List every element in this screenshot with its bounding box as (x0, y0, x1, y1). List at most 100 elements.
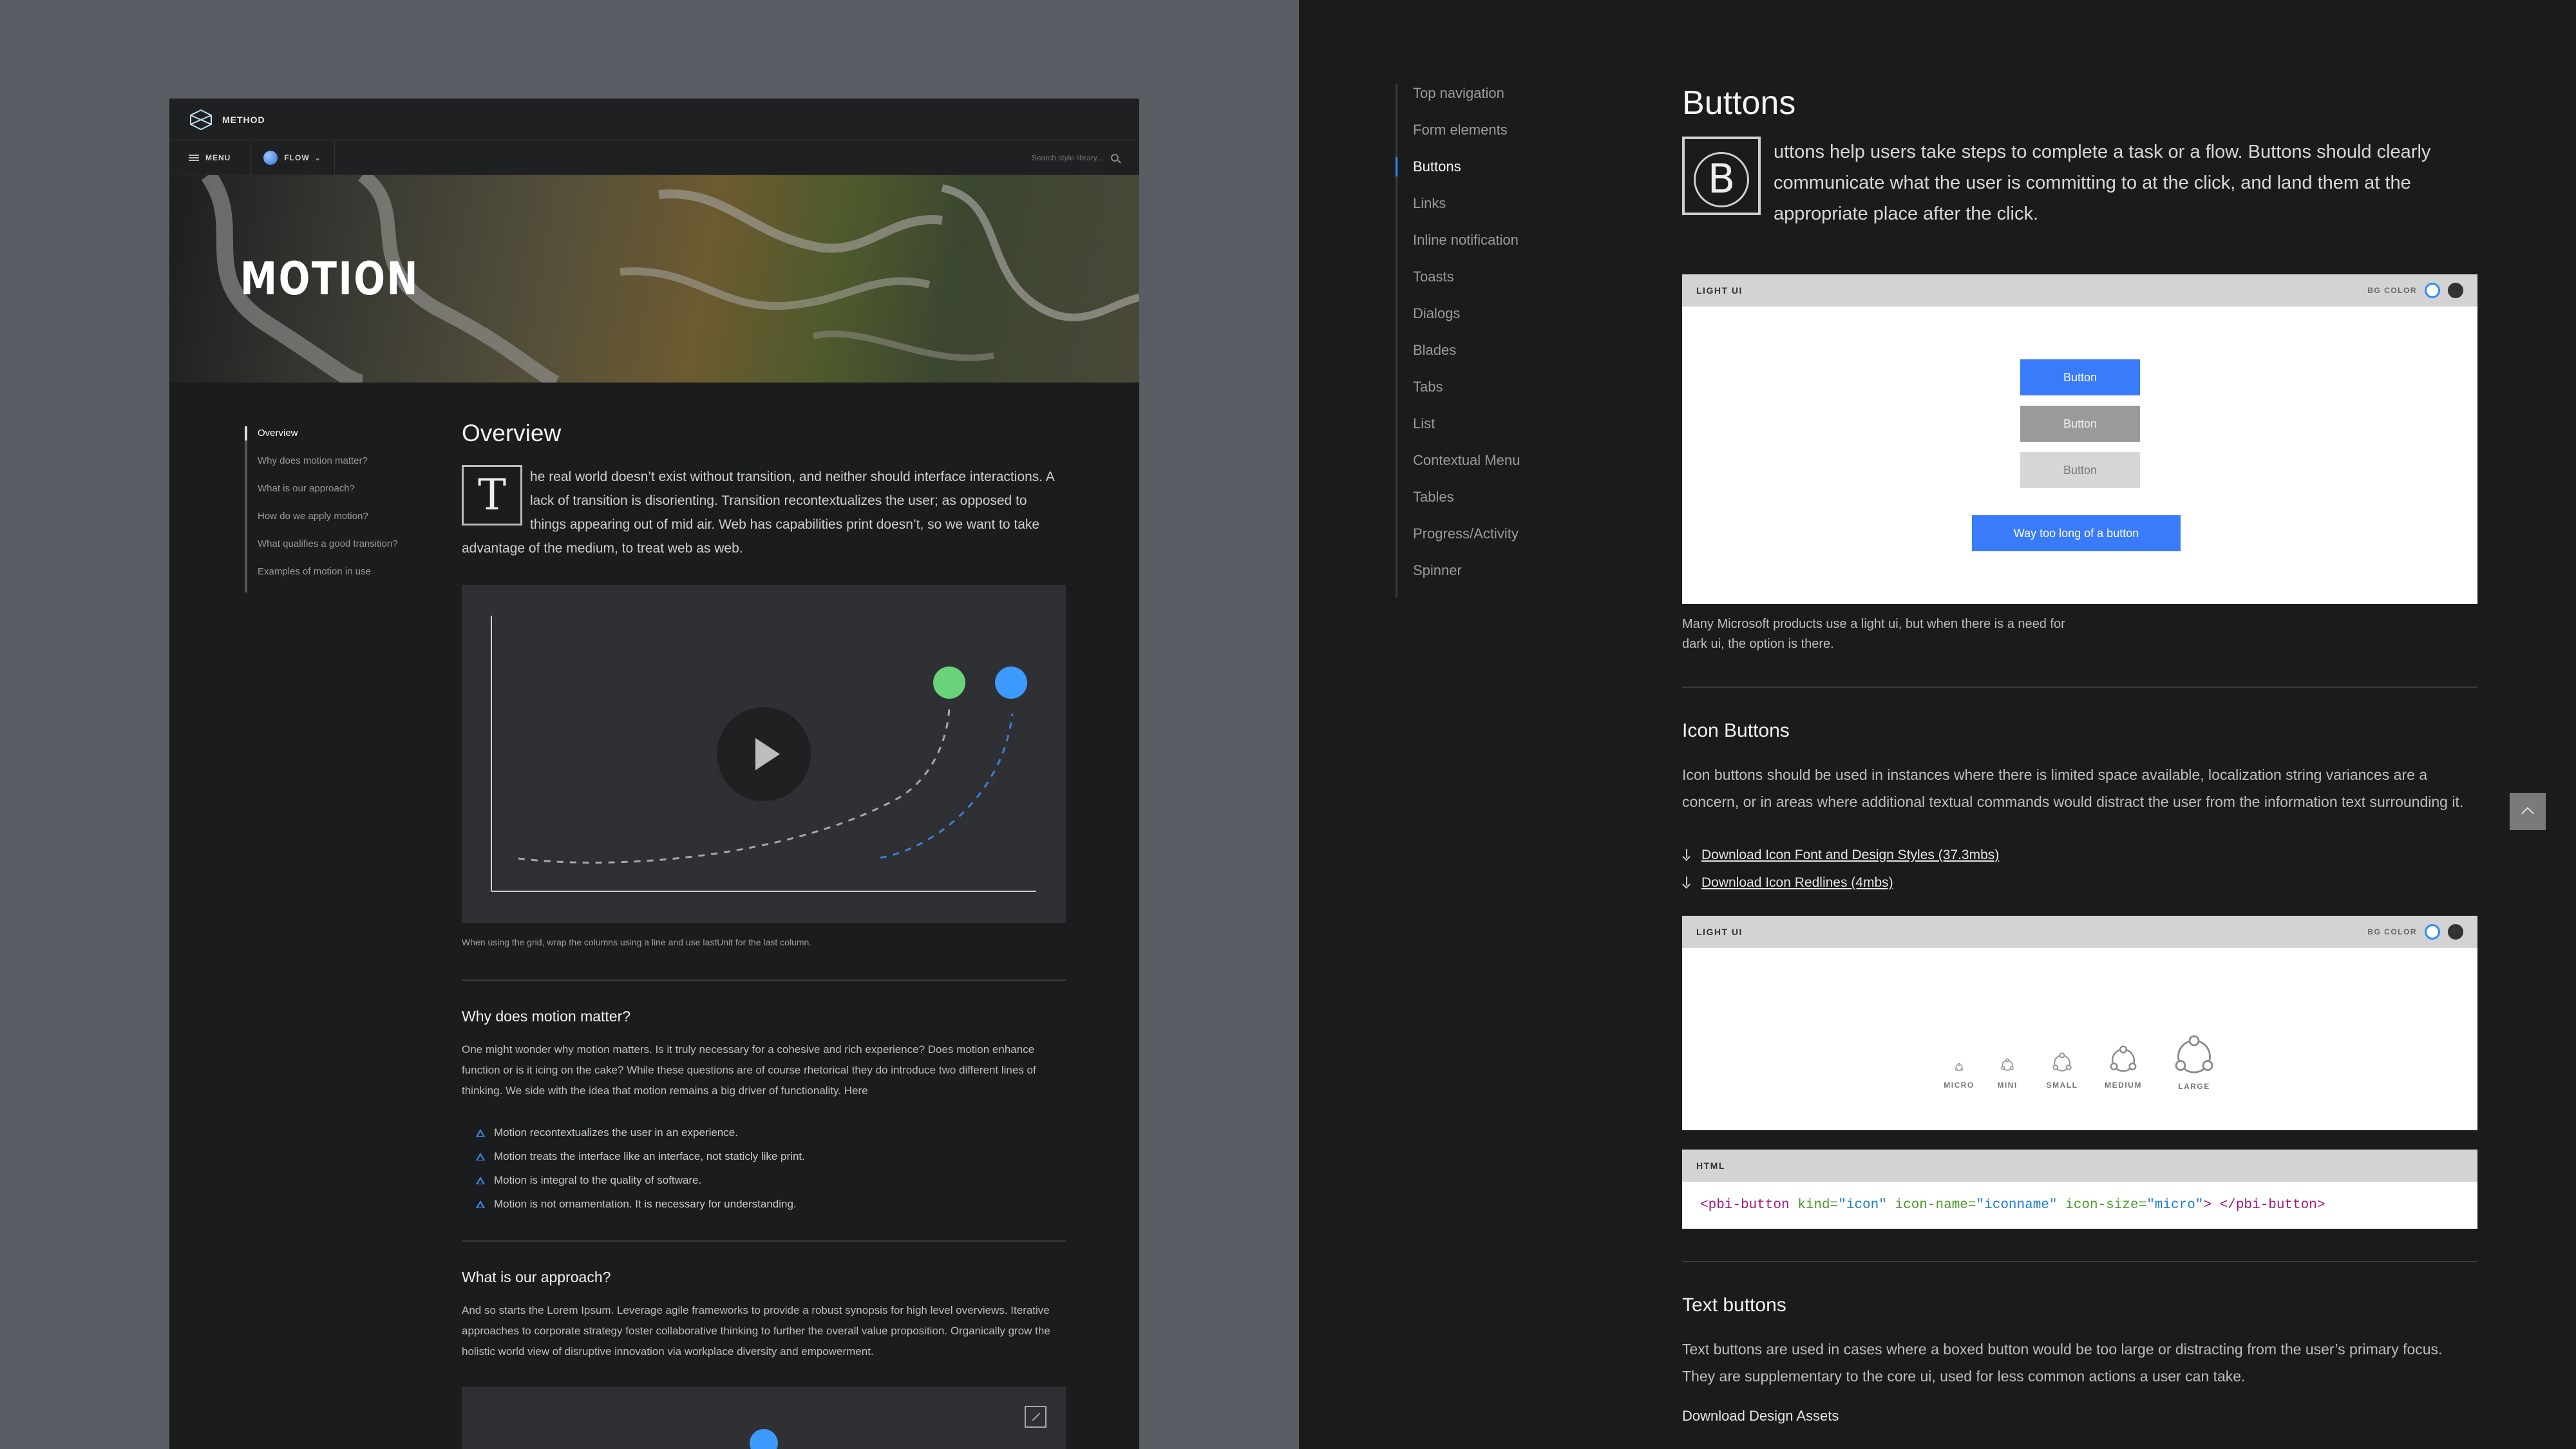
download-icon (1682, 848, 1691, 862)
chevron-down-icon: ⌄ (314, 154, 321, 162)
demo-theme-label: LIGHT UI (1696, 285, 1743, 296)
search-icon[interactable] (1111, 154, 1119, 162)
bg-color-label: BG COLOR (2367, 286, 2417, 295)
table-of-contents: Overview Why does motion matter? What is… (245, 426, 398, 592)
sidenav-item-blades[interactable]: Blades (1413, 341, 1520, 377)
play-button[interactable] (717, 707, 811, 801)
orbit-graphic (750, 1429, 778, 1449)
sidenav-item-tables[interactable]: Tables (1413, 488, 1520, 524)
search-box[interactable]: Search style library... (1032, 141, 1119, 175)
light-ui-note: Many Microsoft products use a light ui, … (1682, 617, 2065, 651)
article-content: Overview T he real world doesn’t exist w… (462, 420, 1066, 1449)
motion-video-player[interactable] (462, 585, 1066, 923)
download-redlines-link[interactable]: Download Icon Redlines (4mbs) (1682, 869, 2477, 896)
play-icon (755, 738, 780, 770)
icon-buttons-text: Icon buttons should be used in instances… (1682, 766, 2464, 810)
approach-text: And so starts the Lorem Ipsum. Leverage … (462, 1304, 1050, 1358)
code-line[interactable]: <pbi-button kind= "icon" icon-name= "iconn… (1682, 1182, 2477, 1229)
light-bg-swatch[interactable] (2425, 924, 2440, 940)
light-bg-swatch[interactable] (2425, 283, 2440, 298)
buttons-demo-card: LIGHT UI BG COLOR Button Button Button W… (1682, 274, 2477, 604)
bullet-text: Motion is integral to the quality of sof… (494, 1173, 702, 1186)
dark-bg-swatch[interactable] (2448, 283, 2463, 298)
long-button-sample[interactable]: Way too long of a button (1972, 515, 2181, 551)
sidenav-item-toasts[interactable]: Toasts (1413, 267, 1520, 304)
share-icon (2052, 1052, 2072, 1072)
hamburger-icon (189, 155, 199, 161)
list-item: Motion is integral to the quality of sof… (462, 1168, 1066, 1192)
overview-text: he real world doesn’t exist without tran… (462, 469, 1054, 556)
toc-item-examples[interactable]: Examples of motion in use (258, 565, 398, 592)
demo-header: LIGHT UI BG COLOR (1682, 916, 2477, 948)
buttons-docs-page: Top navigation Form elements Buttons Lin… (1299, 0, 2576, 1449)
approach-heading: What is our approach? (462, 1269, 611, 1285)
code-token: > </pbi-button> (2203, 1198, 2325, 1213)
sidenav-item-spinner[interactable]: Spinner (1413, 561, 1520, 598)
download-label: Download Icon Font and Design Styles (37… (1701, 847, 2000, 862)
sidenav-item-dialogs[interactable]: Dialogs (1413, 304, 1520, 341)
demo-header: LIGHT UI BG COLOR (1682, 274, 2477, 307)
sidenav-item-tabs[interactable]: Tabs (1413, 377, 1520, 414)
download-design-assets-link[interactable]: Download Design Assets (1682, 1408, 2477, 1425)
disabled-button-sample[interactable]: Button (2020, 452, 2140, 488)
expand-icon[interactable] (1025, 1406, 1046, 1428)
toc-item-why-motion[interactable]: Why does motion matter? (258, 454, 398, 482)
sidenav-item-inline-notification[interactable]: Inline notification (1413, 231, 1520, 267)
code-token: "iconname" (1976, 1198, 2058, 1213)
search-placeholder: Search style library... (1031, 153, 1103, 162)
toc-item-overview[interactable]: Overview (258, 426, 398, 454)
text-buttons-text: Text buttons are used in cases where a b… (1682, 1341, 2443, 1385)
download-icon-font-link[interactable]: Download Icon Font and Design Styles (37… (1682, 841, 2477, 869)
approach-graphic-embed (462, 1387, 1066, 1449)
buttons-intro: B uttons help users take steps to comple… (1682, 137, 2477, 229)
bg-color-toggle: BG COLOR (2367, 283, 2463, 298)
size-label: MINI (1997, 1081, 2018, 1090)
why-motion-bullets: Motion recontextualizes the user in an e… (462, 1121, 1066, 1216)
sidenav-item-list[interactable]: List (1413, 414, 1520, 451)
toc-item-apply-motion[interactable]: How do we apply motion? (258, 509, 398, 537)
scroll-to-top-button[interactable] (2510, 793, 2546, 830)
icon-buttons-heading: Icon Buttons (1682, 720, 1790, 741)
sidenav-item-form-elements[interactable]: Form elements (1413, 120, 1520, 157)
buttons-main-content: Buttons B uttons help users take steps t… (1682, 84, 2477, 1425)
bg-color-label: BG COLOR (2367, 927, 2417, 936)
downloads-list: Download Icon Font and Design Styles (37… (1682, 841, 2477, 896)
sidenav-item-buttons[interactable]: Buttons (1395, 157, 1520, 194)
download-label: Download Icon Redlines (4mbs) (1701, 875, 1893, 890)
menu-label: MENU (205, 153, 231, 162)
triangle-bullet-icon (476, 1200, 485, 1208)
method-logo-icon[interactable] (189, 109, 213, 131)
toc-item-good-transition[interactable]: What qualifies a good transition? (258, 537, 398, 565)
icon-button-large[interactable]: LARGE (2165, 1032, 2223, 1091)
dark-bg-swatch[interactable] (2448, 924, 2463, 940)
size-label: LARGE (2178, 1082, 2210, 1091)
secondary-button-sample[interactable]: Button (2020, 406, 2140, 442)
toc-item-approach[interactable]: What is our approach? (258, 482, 398, 509)
why-motion-heading: Why does motion matter? (462, 1008, 631, 1025)
code-token: icon-name= (1895, 1198, 1976, 1213)
brand-name[interactable]: METHOD (222, 115, 265, 125)
icon-button-mini[interactable]: MINI (1988, 1057, 2027, 1090)
sidenav-item-progress-activity[interactable]: Progress/Activity (1413, 524, 1520, 561)
hero-banner: MOTION (169, 175, 1139, 383)
sidenav-item-contextual-menu[interactable]: Contextual Menu (1413, 451, 1520, 488)
icon-button-micro[interactable]: MICRO (1940, 1063, 1978, 1090)
video-caption: When using the grid, wrap the columns us… (462, 937, 812, 947)
primary-button-sample[interactable]: Button (2020, 359, 2140, 395)
dropcap-letter: B (1694, 152, 1749, 207)
demo-body: Button Button Button Way too long of a b… (1682, 307, 2477, 604)
sidenav-item-links[interactable]: Links (1413, 194, 1520, 231)
size-label: MICRO (1944, 1081, 1975, 1090)
section-divider (1682, 687, 2477, 688)
flow-dropdown[interactable]: FLOW ⌄ (251, 141, 335, 175)
demo-theme-label: LIGHT UI (1696, 927, 1743, 937)
code-token: "icon" (1838, 1198, 1887, 1213)
code-token: icon-size= (2065, 1198, 2147, 1213)
buttons-lead-text: uttons help users take steps to complete… (1774, 142, 2431, 224)
icon-button-small[interactable]: SMALL (2040, 1051, 2085, 1090)
sidenav-item-top-navigation[interactable]: Top navigation (1413, 84, 1520, 120)
menu-button[interactable]: MENU (169, 141, 251, 175)
buttons-dropcap: B (1682, 137, 1761, 215)
buttons-heading: Buttons (1682, 84, 1796, 122)
icon-button-medium[interactable]: MEDIUM (2098, 1043, 2149, 1090)
